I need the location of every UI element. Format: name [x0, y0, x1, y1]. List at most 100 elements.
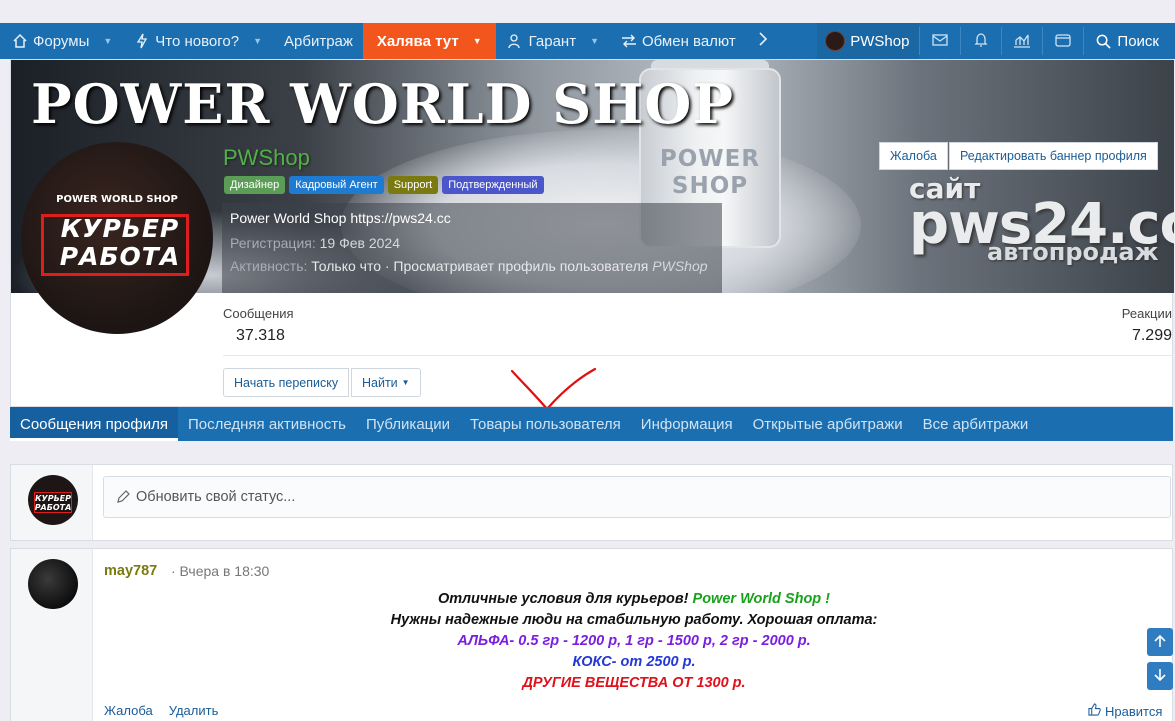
- profile-avatar[interactable]: POWER WORLD SHOP КУРЬЕР РАБОТА: [21, 142, 213, 334]
- user-name: PWShop: [850, 32, 910, 50]
- report-button[interactable]: Жалоба: [879, 142, 948, 170]
- post-line-1a: Отличные условия для курьеров!: [437, 591, 689, 607]
- messages-stat-value[interactable]: 37.318: [236, 327, 285, 345]
- status-placeholder: Обновить свой статус...: [136, 489, 296, 505]
- avatar[interactable]: КУРЬЕР РАБОТА: [28, 475, 78, 525]
- badge-support: Support: [387, 176, 439, 194]
- avatar-word-2: РАБОТА: [59, 242, 181, 271]
- user-key-icon: [507, 33, 524, 49]
- chevron-down-icon[interactable]: ▼: [103, 36, 112, 46]
- banner-site-tagline: автопродаж: [987, 238, 1159, 266]
- like-label: Нравится: [1105, 703, 1163, 719]
- badge-hr-agent: Кадровый Агент: [289, 176, 384, 194]
- nav-whats-new[interactable]: Что нового? ▼: [122, 23, 272, 59]
- inbox-button[interactable]: [920, 23, 960, 59]
- bell-icon: [973, 32, 989, 51]
- arrow-down-icon: [1154, 668, 1166, 685]
- wallet-icon: [1055, 33, 1072, 50]
- like-button[interactable]: Нравится: [1088, 703, 1162, 719]
- chart-icon: [1013, 32, 1031, 51]
- reactions-stat-label: Реакции: [1121, 306, 1172, 321]
- chevron-right-icon: [758, 31, 768, 51]
- chevron-down-icon[interactable]: ▼: [473, 36, 482, 46]
- post-delete-link[interactable]: Удалить: [169, 703, 219, 718]
- post-line-5: ДРУГИЕ ВЕЩЕСТВА ОТ 1300 р.: [522, 675, 746, 691]
- nav-whats-new-label: Что нового?: [155, 32, 240, 50]
- nav-arbitrage-label: Арбитраж: [284, 32, 353, 50]
- stats-button[interactable]: [1002, 23, 1042, 59]
- activity-text: Только что · Просматривает профиль польз…: [311, 258, 649, 274]
- nav-freebies-label: Халява тут: [376, 32, 459, 50]
- tab-profile-posts[interactable]: Сообщения профиля: [10, 407, 178, 441]
- pencil-icon: [116, 490, 130, 504]
- tab-all-arbitrations[interactable]: Все арбитражи: [913, 407, 1039, 441]
- post-report-link[interactable]: Жалоба: [104, 703, 153, 718]
- registration-date: 19 Фев 2024: [319, 235, 400, 251]
- badge-designer: Дизайнер: [224, 176, 286, 194]
- edit-banner-button[interactable]: Редактировать баннер профиля: [949, 142, 1158, 170]
- tab-information[interactable]: Информация: [631, 407, 743, 441]
- banner-headline: POWER WORLD SHOP: [31, 72, 734, 136]
- tab-postings[interactable]: Публикации: [356, 407, 460, 441]
- banner-jar-label: POWER SHOP: [659, 146, 761, 199]
- activity-info: Активность: Только что · Просматривает п…: [230, 258, 708, 274]
- nav-arbitrage[interactable]: Арбитраж: [272, 23, 363, 59]
- search-icon: [1096, 34, 1112, 49]
- find-label: Найти: [362, 375, 398, 390]
- post-time[interactable]: · Вчера в 18:30: [171, 563, 269, 579]
- mail-icon: [932, 33, 949, 50]
- status-input[interactable]: Обновить свой статус...: [103, 476, 1171, 518]
- top-navigation: Форумы ▼ Что нового? ▼ Арбитраж Халява т…: [0, 23, 1175, 59]
- activity-target[interactable]: PWShop: [652, 258, 707, 274]
- tab-open-arbitrations[interactable]: Открытые арбитражи: [743, 407, 913, 441]
- badge-verified: Подтвержденный: [442, 176, 544, 194]
- profile-username[interactable]: PWShop: [223, 145, 310, 171]
- messages-stat-label: Сообщения: [223, 306, 294, 321]
- start-conversation-button[interactable]: Начать переписку: [223, 368, 350, 397]
- tab-user-products[interactable]: Товары пользователя: [460, 407, 631, 441]
- scroll-to-top-button[interactable]: [1147, 628, 1173, 656]
- lightning-icon: [134, 33, 150, 49]
- post-line-4: КОКС- от 2500 р.: [572, 654, 696, 670]
- nav-freebies[interactable]: Халява тут ▼: [362, 23, 496, 59]
- search-label: Поиск: [1117, 32, 1159, 50]
- alerts-button[interactable]: [961, 23, 1001, 59]
- tab-latest-activity[interactable]: Последняя активность: [178, 407, 356, 441]
- post-author[interactable]: may787: [104, 563, 157, 579]
- profile-post: may787 · Вчера в 18:30 Отличные условия …: [10, 548, 1173, 721]
- chevron-down-icon: ▼: [401, 378, 410, 387]
- chevron-down-icon[interactable]: ▼: [590, 36, 599, 46]
- home-icon: [12, 33, 28, 49]
- avatar-word-1: КУРЬЕР: [60, 214, 180, 243]
- registration-label: Регистрация:: [230, 235, 316, 251]
- profile-card: POWER SHOP POWER WORLD SHOP сайт pws24.c…: [10, 59, 1174, 407]
- post-line-3: АЛЬФА- 0.5 гр - 1200 р, 1 гр - 1500 р, 2…: [457, 633, 811, 649]
- avatar-brand: POWER WORLD SHOP: [56, 194, 178, 205]
- thumbs-up-icon: [1088, 703, 1101, 719]
- profile-tabs: Сообщения профиля Последняя активность П…: [10, 407, 1173, 441]
- user-menu[interactable]: PWShop: [817, 23, 920, 59]
- status-update-card: КУРЬЕР РАБОТА Обновить свой статус...: [10, 464, 1173, 541]
- exchange-arrows-icon: [621, 33, 637, 49]
- nav-guarantor[interactable]: Гарант ▼: [496, 23, 609, 59]
- avatar[interactable]: [28, 559, 78, 609]
- nav-forums-label: Форумы: [33, 32, 90, 50]
- nav-exchange[interactable]: Обмен валют: [609, 23, 746, 59]
- nav-more[interactable]: [746, 23, 778, 59]
- search-button[interactable]: Поиск: [1084, 23, 1175, 59]
- arrow-up-icon: [1154, 634, 1166, 651]
- reactions-stat-value[interactable]: 7.299: [1072, 327, 1172, 345]
- registration-info: Регистрация: 19 Фев 2024: [230, 235, 400, 251]
- wallet-button[interactable]: [1043, 23, 1083, 59]
- find-button[interactable]: Найти ▼: [351, 368, 421, 397]
- post-actions: Жалоба Удалить: [104, 703, 218, 718]
- post-line-1b: Power World Shop !: [692, 591, 831, 607]
- post-line-2: Нужны надежные люди на стабильную работу…: [390, 612, 878, 628]
- check-annotation-icon: [510, 367, 597, 411]
- nav-forums[interactable]: Форумы ▼: [0, 23, 122, 59]
- user-badges: Дизайнер Кадровый Агент Support Подтверж…: [224, 176, 544, 194]
- activity-label: Активность:: [230, 258, 308, 274]
- chevron-down-icon[interactable]: ▼: [253, 36, 262, 46]
- nav-guarantor-label: Гарант: [528, 32, 577, 50]
- scroll-to-bottom-button[interactable]: [1147, 662, 1173, 690]
